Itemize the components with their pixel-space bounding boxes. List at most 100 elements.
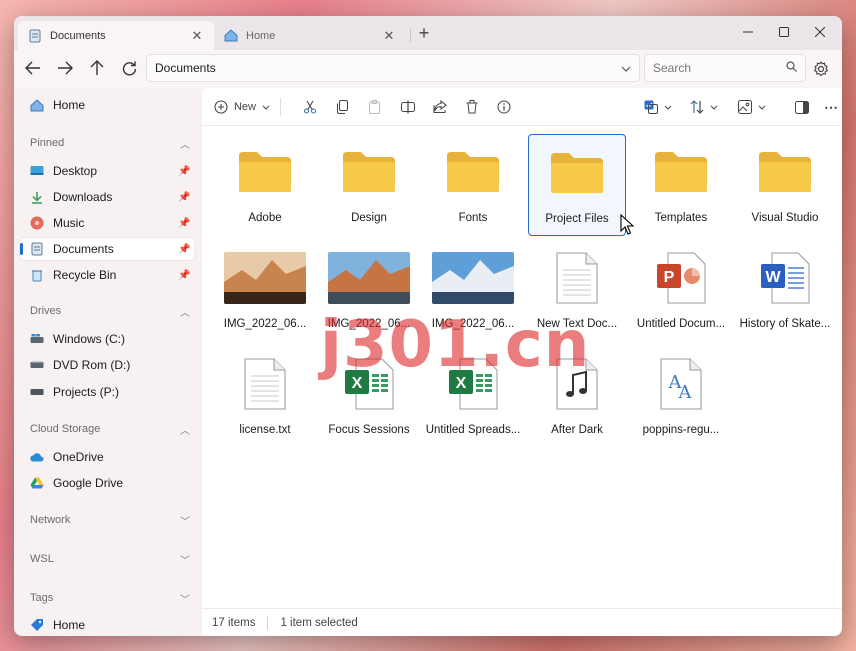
preview-pane-button[interactable] (790, 96, 814, 118)
paste-icon (368, 100, 380, 114)
rename-button[interactable] (396, 96, 420, 118)
sidebar-item-recycle-bin[interactable]: Recycle Bin 📌 (20, 264, 194, 286)
share-icon (433, 100, 447, 113)
more-options-button[interactable]: ⋯ (822, 96, 840, 118)
file-item[interactable]: P Untitled Docum... (632, 240, 730, 342)
cut-button[interactable] (298, 96, 322, 118)
info-icon (497, 100, 511, 114)
sidebar-item-onedrive[interactable]: OneDrive (20, 446, 194, 468)
sidebar-item-label: Home (53, 618, 86, 632)
pin-icon[interactable]: 📌 (178, 218, 190, 229)
sidebar-item-downloads[interactable]: Downloads 📌 (20, 186, 194, 208)
delete-button[interactable] (460, 96, 484, 118)
chevron-up-icon[interactable]: ︿ (180, 422, 190, 437)
forward-button[interactable] (52, 56, 78, 80)
tab-documents[interactable]: Documents ✕ (18, 21, 214, 50)
section-header-network[interactable]: Network ﹀ (30, 511, 190, 529)
chevron-down-icon[interactable] (621, 61, 631, 75)
paste-button[interactable] (362, 96, 386, 118)
sidebar-item-desktop[interactable]: Desktop 📌 (20, 160, 194, 182)
section-header-cloud-storage[interactable]: Cloud Storage ︿ (30, 420, 190, 438)
file-item[interactable]: Visual Studio (736, 134, 834, 236)
file-item[interactable]: W History of Skate... (736, 240, 834, 342)
plus-circle-icon (214, 100, 228, 114)
settings-button[interactable] (810, 58, 832, 80)
search-input[interactable] (653, 61, 786, 75)
copy-button[interactable] (330, 96, 354, 118)
pin-icon[interactable]: 📌 (178, 166, 190, 177)
dvd-drive-icon (30, 358, 44, 372)
sidebar-item-home[interactable]: Home (20, 94, 194, 116)
chevron-down-icon[interactable]: ﹀ (180, 552, 190, 567)
sidebar-item-dvd-drive[interactable]: DVD Rom (D:) (20, 354, 194, 376)
section-header-wsl[interactable]: WSL ﹀ (30, 550, 190, 568)
tab-home[interactable]: Home ✕ (214, 21, 406, 50)
section-title: Cloud Storage (30, 423, 101, 435)
maximize-button[interactable] (766, 20, 802, 44)
scissors-icon (303, 100, 317, 114)
sidebar-item-windows-drive[interactable]: Windows (C:) (20, 328, 194, 350)
chevron-up-icon[interactable]: ︿ (180, 136, 190, 151)
section-header-drives[interactable]: Drives ︿ (30, 302, 190, 320)
section-header-tags[interactable]: Tags ﹀ (30, 589, 190, 607)
sidebar-item-google-drive[interactable]: Google Drive (20, 472, 194, 494)
tab-bar: Documents ✕ Home ✕ + (14, 16, 842, 50)
chevron-down-icon (710, 105, 718, 110)
pin-icon[interactable]: 📌 (178, 270, 190, 281)
sidebar-item-label: DVD Rom (D:) (53, 358, 131, 372)
refresh-icon (122, 61, 136, 75)
search-box (644, 54, 806, 82)
file-item[interactable]: Adobe (216, 134, 314, 236)
svg-text:A: A (678, 382, 693, 403)
new-button[interactable]: New (212, 96, 272, 118)
chevron-down-icon[interactable]: ﹀ (180, 513, 190, 528)
pin-icon[interactable]: 📌 (178, 244, 190, 255)
minimize-button[interactable] (730, 20, 766, 44)
select-mode-button[interactable] (642, 96, 674, 118)
file-name: Focus Sessions (328, 424, 410, 436)
pin-icon[interactable]: 📌 (178, 192, 190, 203)
section-header-pinned[interactable]: Pinned ︿ (30, 134, 190, 152)
sidebar-item-tag-home[interactable]: Home (20, 614, 194, 636)
sort-icon (690, 100, 704, 114)
font-file-icon: AA (636, 350, 726, 418)
documents-icon (28, 29, 42, 43)
search-icon[interactable] (786, 61, 797, 75)
sort-button[interactable] (688, 96, 720, 118)
close-tab-icon[interactable]: ✕ (382, 28, 396, 44)
image-icon (738, 100, 752, 114)
file-item[interactable]: A A poppins-regu... (632, 346, 730, 448)
sidebar-item-music[interactable]: Music 📌 (20, 212, 194, 234)
file-item[interactable]: IMG_2022_06... (216, 240, 314, 342)
home-icon (224, 29, 238, 43)
address-bar[interactable]: Documents (146, 54, 640, 82)
file-item[interactable]: Design (320, 134, 418, 236)
view-layout-button[interactable] (736, 96, 768, 118)
desktop-icon (30, 164, 44, 178)
file-name: Untitled Spreads... (425, 424, 521, 436)
sidebar-item-documents[interactable]: Documents 📌 (20, 238, 194, 260)
share-button[interactable] (428, 96, 452, 118)
section-title: Drives (30, 305, 62, 317)
sidebar-item-projects-drive[interactable]: Projects (P:) (20, 381, 194, 403)
up-button[interactable] (84, 56, 110, 80)
back-button[interactable] (20, 56, 46, 80)
properties-button[interactable] (492, 96, 516, 118)
address-text: Documents (155, 61, 216, 75)
preview-pane-icon (795, 100, 809, 114)
chevron-up-icon[interactable]: ︿ (180, 304, 190, 319)
new-tab-button[interactable]: + (414, 24, 434, 44)
music-icon (30, 216, 44, 230)
chevron-down-icon[interactable]: ﹀ (180, 591, 190, 606)
section-title: Pinned (30, 137, 65, 149)
tab-label: Documents (50, 29, 106, 42)
folder-icon (740, 138, 830, 206)
refresh-button[interactable] (116, 56, 142, 80)
file-item[interactable]: Project Files (528, 134, 626, 236)
close-tab-icon[interactable]: ✕ (190, 28, 204, 44)
sidebar-item-label: Downloads (53, 190, 113, 204)
file-item[interactable]: license.txt (216, 346, 314, 448)
file-item[interactable]: Templates (632, 134, 730, 236)
close-window-button[interactable] (802, 20, 838, 44)
file-item[interactable]: Fonts (424, 134, 522, 236)
